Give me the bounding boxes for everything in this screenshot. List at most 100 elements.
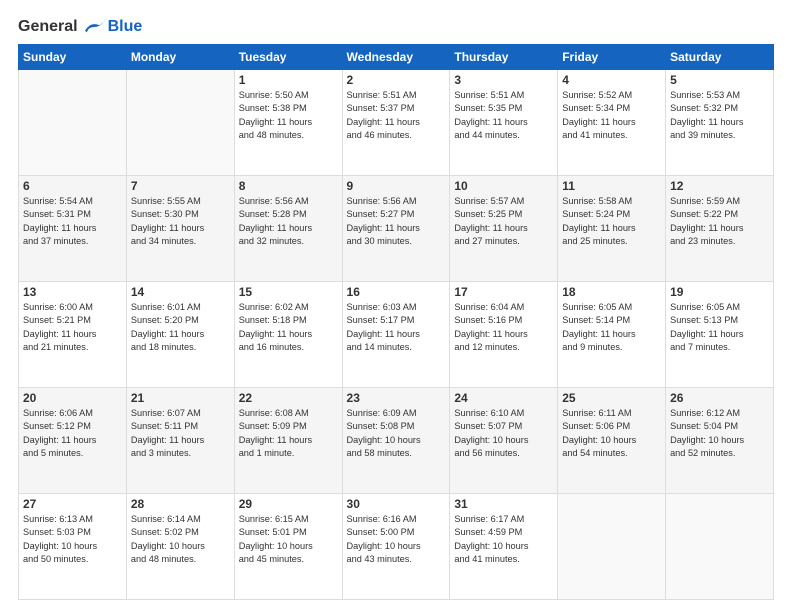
calendar-cell: 3Sunrise: 5:51 AM Sunset: 5:35 PM Daylig… xyxy=(450,70,558,176)
calendar-cell: 8 Sunrise: 5:56 AM Sunset: 5:28 PM Daylig… xyxy=(234,176,342,282)
day-detail: Sunrise: 6:04 AM Sunset: 5:16 PM Dayligh… xyxy=(454,301,553,354)
calendar-cell: 15Sunrise: 6:02 AM Sunset: 5:18 PM Dayli… xyxy=(234,282,342,388)
day-detail: Sunrise: 5:52 AM Sunset: 5:34 PM Dayligh… xyxy=(562,89,661,142)
calendar-cell: 11 Sunrise: 5:58 AM Sunset: 5:24 PM Dayli… xyxy=(558,176,666,282)
header: GeneralBlue xyxy=(18,18,774,36)
day-number: 2 xyxy=(347,73,446,87)
calendar-cell: 24Sunrise: 6:10 AM Sunset: 5:07 PM Dayli… xyxy=(450,388,558,494)
day-detail: Sunrise: 5:58 AM Sunset: 5:24 PM Dayligh… xyxy=(562,195,661,248)
day-number: 9 xyxy=(347,179,446,193)
day-number: 1 xyxy=(239,73,338,87)
day-detail: Sunrise: 5:56 AM Sunset: 5:27 PM Dayligh… xyxy=(347,195,446,248)
day-detail: Sunrise: 6:12 AM Sunset: 5:04 PM Dayligh… xyxy=(670,407,769,460)
day-number: 18 xyxy=(562,285,661,299)
calendar-cell: 28Sunrise: 6:14 AM Sunset: 5:02 PM Dayli… xyxy=(126,494,234,600)
day-detail: Sunrise: 6:03 AM Sunset: 5:17 PM Dayligh… xyxy=(347,301,446,354)
day-number: 3 xyxy=(454,73,553,87)
day-number: 22 xyxy=(239,391,338,405)
day-detail: Sunrise: 6:09 AM Sunset: 5:08 PM Dayligh… xyxy=(347,407,446,460)
calendar-cell: 14Sunrise: 6:01 AM Sunset: 5:20 PM Dayli… xyxy=(126,282,234,388)
day-number: 5 xyxy=(670,73,769,87)
day-detail: Sunrise: 6:00 AM Sunset: 5:21 PM Dayligh… xyxy=(23,301,122,354)
day-detail: Sunrise: 5:54 AM Sunset: 5:31 PM Dayligh… xyxy=(23,195,122,248)
calendar-cell: 21Sunrise: 6:07 AM Sunset: 5:11 PM Dayli… xyxy=(126,388,234,494)
calendar-cell: 18Sunrise: 6:05 AM Sunset: 5:14 PM Dayli… xyxy=(558,282,666,388)
weekday-header-monday: Monday xyxy=(126,45,234,70)
day-number: 31 xyxy=(454,497,553,511)
logo: GeneralBlue xyxy=(18,18,142,36)
day-number: 20 xyxy=(23,391,122,405)
day-detail: Sunrise: 6:16 AM Sunset: 5:00 PM Dayligh… xyxy=(347,513,446,566)
weekday-header-thursday: Thursday xyxy=(450,45,558,70)
day-number: 19 xyxy=(670,285,769,299)
calendar-cell: 26Sunrise: 6:12 AM Sunset: 5:04 PM Dayli… xyxy=(666,388,774,494)
day-detail: Sunrise: 6:07 AM Sunset: 5:11 PM Dayligh… xyxy=(131,407,230,460)
calendar-week-4: 20 Sunrise: 6:06 AM Sunset: 5:12 PM Dayli… xyxy=(19,388,774,494)
day-detail: Sunrise: 6:15 AM Sunset: 5:01 PM Dayligh… xyxy=(239,513,338,566)
calendar-cell: 5 Sunrise: 5:53 AM Sunset: 5:32 PM Daylig… xyxy=(666,70,774,176)
day-number: 27 xyxy=(23,497,122,511)
day-detail: Sunrise: 5:57 AM Sunset: 5:25 PM Dayligh… xyxy=(454,195,553,248)
day-number: 29 xyxy=(239,497,338,511)
day-number: 7 xyxy=(131,179,230,193)
day-number: 13 xyxy=(23,285,122,299)
calendar-cell: 6 Sunrise: 5:54 AM Sunset: 5:31 PM Daylig… xyxy=(19,176,127,282)
page: GeneralBlue SundayMondayTuesdayWednesday… xyxy=(0,0,792,612)
calendar-cell: 12 Sunrise: 5:59 AM Sunset: 5:22 PM Dayli… xyxy=(666,176,774,282)
calendar-cell: 13 Sunrise: 6:00 AM Sunset: 5:21 PM Dayli… xyxy=(19,282,127,388)
day-number: 15 xyxy=(239,285,338,299)
calendar-cell: 23 Sunrise: 6:09 AM Sunset: 5:08 PM Dayli… xyxy=(342,388,450,494)
day-detail: Sunrise: 5:53 AM Sunset: 5:32 PM Dayligh… xyxy=(670,89,769,142)
weekday-header-sunday: Sunday xyxy=(19,45,127,70)
day-number: 10 xyxy=(454,179,553,193)
day-number: 28 xyxy=(131,497,230,511)
calendar-cell: 30 Sunrise: 6:16 AM Sunset: 5:00 PM Dayli… xyxy=(342,494,450,600)
calendar-cell: 9 Sunrise: 5:56 AM Sunset: 5:27 PM Daylig… xyxy=(342,176,450,282)
day-number: 11 xyxy=(562,179,661,193)
calendar-week-5: 27 Sunrise: 6:13 AM Sunset: 5:03 PM Dayli… xyxy=(19,494,774,600)
calendar-header-row: SundayMondayTuesdayWednesdayThursdayFrid… xyxy=(19,45,774,70)
day-detail: Sunrise: 5:51 AM Sunset: 5:37 PM Dayligh… xyxy=(347,89,446,142)
calendar-cell: 2 Sunrise: 5:51 AM Sunset: 5:37 PM Daylig… xyxy=(342,70,450,176)
calendar-table: SundayMondayTuesdayWednesdayThursdayFrid… xyxy=(18,44,774,600)
calendar-cell: 17 Sunrise: 6:04 AM Sunset: 5:16 PM Dayli… xyxy=(450,282,558,388)
day-detail: Sunrise: 6:17 AM Sunset: 4:59 PM Dayligh… xyxy=(454,513,553,566)
calendar-cell: 1 Sunrise: 5:50 AM Sunset: 5:38 PM Daylig… xyxy=(234,70,342,176)
day-detail: Sunrise: 6:06 AM Sunset: 5:12 PM Dayligh… xyxy=(23,407,122,460)
day-number: 16 xyxy=(347,285,446,299)
weekday-header-tuesday: Tuesday xyxy=(234,45,342,70)
calendar-cell: 27 Sunrise: 6:13 AM Sunset: 5:03 PM Dayli… xyxy=(19,494,127,600)
weekday-header-wednesday: Wednesday xyxy=(342,45,450,70)
day-detail: Sunrise: 5:50 AM Sunset: 5:38 PM Dayligh… xyxy=(239,89,338,142)
calendar-week-3: 13 Sunrise: 6:00 AM Sunset: 5:21 PM Dayli… xyxy=(19,282,774,388)
weekday-header-friday: Friday xyxy=(558,45,666,70)
calendar-cell: 22 Sunrise: 6:08 AM Sunset: 5:09 PM Dayli… xyxy=(234,388,342,494)
day-detail: Sunrise: 5:55 AM Sunset: 5:30 PM Dayligh… xyxy=(131,195,230,248)
weekday-header-saturday: Saturday xyxy=(666,45,774,70)
day-detail: Sunrise: 6:13 AM Sunset: 5:03 PM Dayligh… xyxy=(23,513,122,566)
calendar-cell xyxy=(126,70,234,176)
day-number: 6 xyxy=(23,179,122,193)
calendar-week-2: 6 Sunrise: 5:54 AM Sunset: 5:31 PM Daylig… xyxy=(19,176,774,282)
calendar-cell xyxy=(558,494,666,600)
day-number: 30 xyxy=(347,497,446,511)
day-detail: Sunrise: 6:11 AM Sunset: 5:06 PM Dayligh… xyxy=(562,407,661,460)
calendar-cell: 4 Sunrise: 5:52 AM Sunset: 5:34 PM Daylig… xyxy=(558,70,666,176)
calendar-cell: 16 Sunrise: 6:03 AM Sunset: 5:17 PM Dayli… xyxy=(342,282,450,388)
day-detail: Sunrise: 6:08 AM Sunset: 5:09 PM Dayligh… xyxy=(239,407,338,460)
day-number: 23 xyxy=(347,391,446,405)
logo-general-text: General xyxy=(18,18,78,36)
calendar-week-1: 1 Sunrise: 5:50 AM Sunset: 5:38 PM Daylig… xyxy=(19,70,774,176)
calendar-cell xyxy=(666,494,774,600)
day-number: 8 xyxy=(239,179,338,193)
day-number: 24 xyxy=(454,391,553,405)
calendar-cell: 7 Sunrise: 5:55 AM Sunset: 5:30 PM Daylig… xyxy=(126,176,234,282)
day-number: 4 xyxy=(562,73,661,87)
calendar-cell: 10 Sunrise: 5:57 AM Sunset: 5:25 PM Dayli… xyxy=(450,176,558,282)
day-number: 17 xyxy=(454,285,553,299)
day-detail: Sunrise: 5:59 AM Sunset: 5:22 PM Dayligh… xyxy=(670,195,769,248)
calendar-cell: 19Sunrise: 6:05 AM Sunset: 5:13 PM Dayli… xyxy=(666,282,774,388)
day-number: 14 xyxy=(131,285,230,299)
day-detail: Sunrise: 5:56 AM Sunset: 5:28 PM Dayligh… xyxy=(239,195,338,248)
day-number: 12 xyxy=(670,179,769,193)
